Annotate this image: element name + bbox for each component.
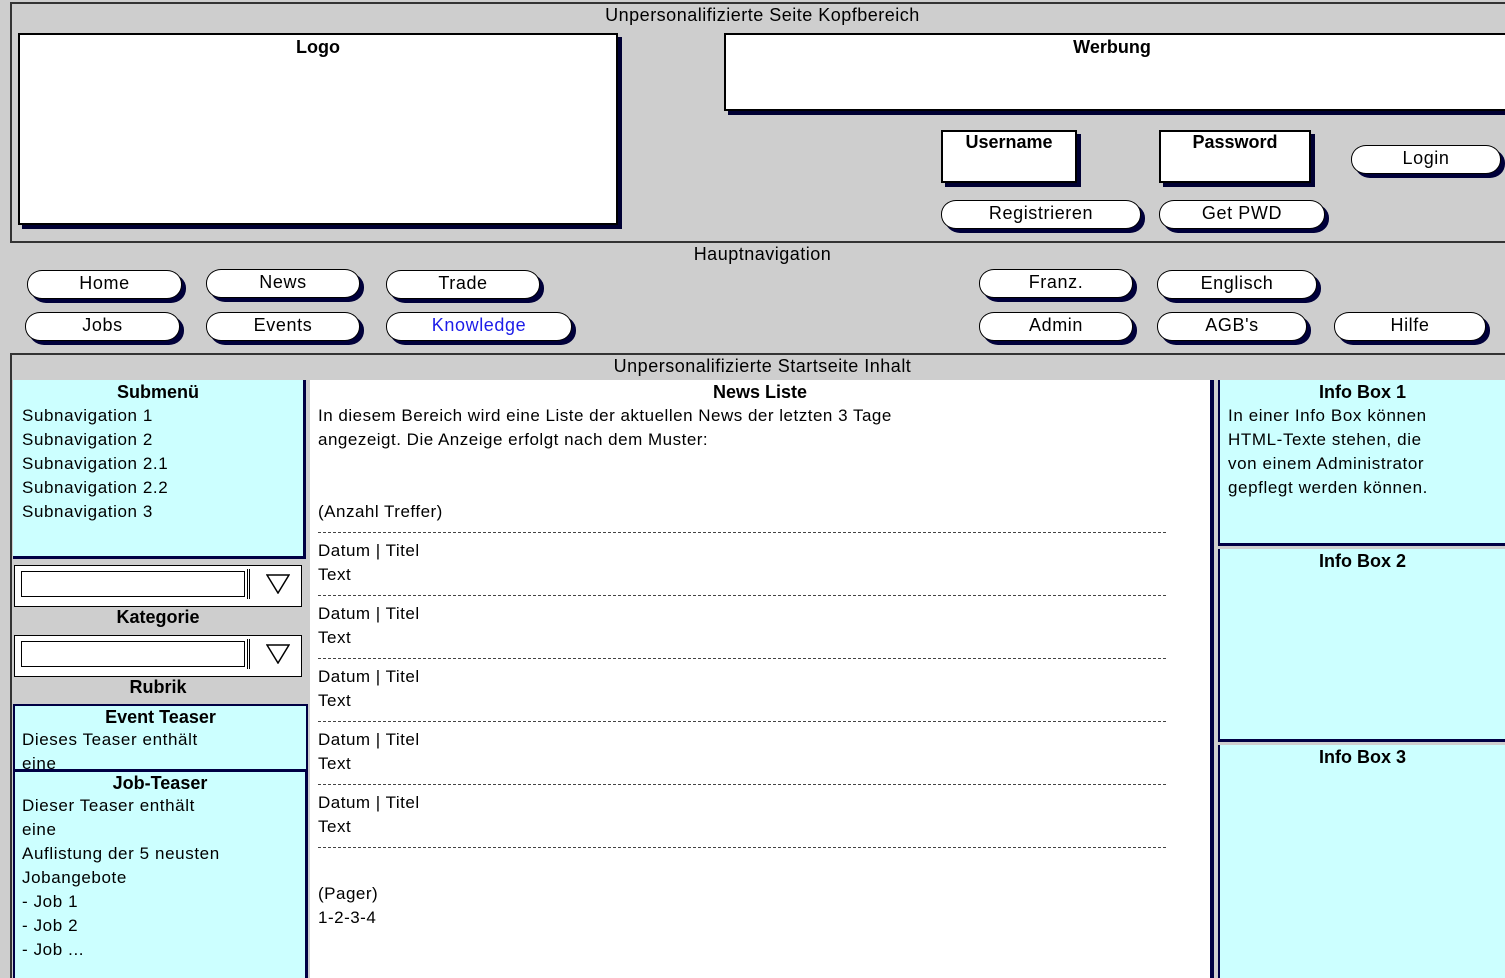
news-entry-head[interactable]: Datum | Titel bbox=[318, 665, 1210, 689]
news-separator bbox=[318, 658, 1166, 659]
news-separator bbox=[318, 784, 1166, 785]
news-separator bbox=[318, 721, 1166, 722]
news-separator bbox=[318, 595, 1166, 596]
register-button[interactable]: Registrieren bbox=[941, 200, 1141, 229]
category-select[interactable] bbox=[14, 565, 302, 607]
nav-trade[interactable]: Trade bbox=[386, 270, 540, 299]
triangle-down-icon bbox=[266, 574, 290, 594]
news-intro: In diesem Bereich wird eine Liste der ak… bbox=[318, 406, 892, 425]
job-teaser-link[interactable]: - Job ... bbox=[22, 938, 305, 962]
nav-englisch[interactable]: Englisch bbox=[1157, 270, 1317, 299]
event-teaser-line: Dieses Teaser enthält bbox=[22, 730, 198, 749]
submenu-title: Submenü bbox=[116, 382, 199, 402]
nav-events[interactable]: Events bbox=[206, 312, 360, 341]
password-label: Password bbox=[1192, 132, 1278, 152]
nav-home[interactable]: Home bbox=[27, 270, 182, 299]
category-select-field bbox=[21, 571, 245, 597]
job-teaser-line: Dieser Teaser enthält bbox=[22, 796, 195, 815]
username-label: Username bbox=[965, 132, 1053, 152]
rubric-dropdown-button[interactable] bbox=[247, 639, 295, 669]
news-entry-head[interactable]: Datum | Titel bbox=[318, 791, 1210, 815]
info-box-line: In einer Info Box können bbox=[1228, 406, 1427, 425]
submenu-panel: Submenü Subnavigation 1 Subnavigation 2 … bbox=[13, 380, 306, 559]
submenu-item[interactable]: Subnavigation 2.1 bbox=[22, 452, 303, 476]
news-entry-head[interactable]: Datum | Titel bbox=[318, 539, 1210, 563]
login-button[interactable]: Login bbox=[1351, 145, 1501, 174]
submenu-item[interactable]: Subnavigation 2 bbox=[22, 428, 303, 452]
event-teaser: Event Teaser Dieses Teaser enthält eine bbox=[13, 704, 308, 772]
info-box-line: gepflegt werden können. bbox=[1228, 478, 1428, 497]
content-left-border bbox=[10, 353, 12, 978]
info-box-line: HTML-Texte stehen, die bbox=[1228, 430, 1422, 449]
job-teaser: Job-Teaser Dieser Teaser enthält eine Au… bbox=[13, 772, 308, 978]
content-section-title: Unpersonalifizierte Startseite Inhalt bbox=[613, 356, 912, 376]
rubric-label: Rubrik bbox=[129, 677, 187, 697]
news-separator bbox=[318, 847, 1166, 848]
news-entry-body: Text bbox=[318, 691, 352, 710]
info-box-line: von einem Administrator bbox=[1228, 454, 1425, 473]
nav-news[interactable]: News bbox=[206, 269, 360, 298]
triangle-down-icon bbox=[266, 644, 290, 664]
content-divider-top bbox=[10, 353, 1505, 355]
job-teaser-title: Job-Teaser bbox=[112, 773, 208, 793]
news-entry-head[interactable]: Datum | Titel bbox=[318, 728, 1210, 752]
nav-divider-top bbox=[10, 241, 1505, 243]
rubric-select-field bbox=[21, 641, 245, 667]
password-field[interactable]: Password bbox=[1159, 130, 1311, 183]
news-list: News Liste In diesem Bereich wird eine L… bbox=[310, 380, 1214, 978]
news-separator bbox=[318, 532, 1166, 533]
nav-hilfe[interactable]: Hilfe bbox=[1334, 312, 1486, 341]
get-pwd-button[interactable]: Get PWD bbox=[1159, 200, 1325, 229]
info-box-2: Info Box 2 bbox=[1218, 549, 1505, 742]
news-entry-body: Text bbox=[318, 817, 352, 836]
news-entry-body: Text bbox=[318, 628, 352, 647]
nav-knowledge[interactable]: Knowledge bbox=[386, 312, 572, 341]
ad-label: Werbung bbox=[1073, 37, 1151, 57]
news-list-title: News Liste bbox=[712, 382, 808, 402]
nav-section-title: Hauptnavigation bbox=[693, 244, 832, 264]
pager-label: (Pager) bbox=[318, 884, 379, 903]
job-teaser-link[interactable]: - Job 1 bbox=[22, 890, 305, 914]
nav-franz[interactable]: Franz. bbox=[979, 269, 1133, 298]
submenu-item[interactable]: Subnavigation 1 bbox=[22, 404, 303, 428]
event-teaser-title: Event Teaser bbox=[105, 707, 216, 727]
news-hit-count: (Anzahl Treffer) bbox=[318, 502, 443, 521]
job-teaser-link[interactable]: - Job 2 bbox=[22, 914, 305, 938]
news-entry-head[interactable]: Datum | Titel bbox=[318, 602, 1210, 626]
submenu-item[interactable]: Subnavigation 3 bbox=[22, 500, 303, 524]
job-teaser-line: Auflistung der 5 neusten bbox=[22, 844, 220, 863]
news-intro: angezeigt. Die Anzeige erfolgt nach dem … bbox=[318, 430, 709, 449]
nav-agb[interactable]: AGB's bbox=[1157, 312, 1307, 341]
job-teaser-line: eine bbox=[22, 820, 57, 839]
submenu-item[interactable]: Subnavigation 2.2 bbox=[22, 476, 303, 500]
username-field[interactable]: Username bbox=[941, 130, 1077, 183]
nav-admin[interactable]: Admin bbox=[979, 312, 1133, 341]
info-box-title: Info Box 1 bbox=[1318, 382, 1406, 402]
info-box-1: Info Box 1 In einer Info Box können HTML… bbox=[1218, 380, 1505, 546]
header-section-title: Unpersonalifizierte Seite Kopfbereich bbox=[605, 5, 920, 25]
category-dropdown-button[interactable] bbox=[247, 569, 295, 599]
job-teaser-line: Jobangebote bbox=[22, 868, 127, 887]
logo-box: Logo bbox=[18, 33, 618, 225]
ad-banner[interactable]: Werbung bbox=[724, 33, 1505, 111]
info-box-3: Info Box 3 bbox=[1218, 745, 1505, 978]
event-teaser-line: eine bbox=[22, 754, 57, 772]
category-label: Kategorie bbox=[116, 607, 200, 627]
logo-label: Logo bbox=[296, 37, 340, 57]
pager-pages[interactable]: 1-2-3-4 bbox=[318, 906, 1210, 930]
rubric-select[interactable] bbox=[14, 635, 302, 677]
info-box-title: Info Box 3 bbox=[1318, 747, 1406, 767]
nav-jobs[interactable]: Jobs bbox=[25, 312, 180, 341]
news-entry-body: Text bbox=[318, 565, 352, 584]
info-box-title: Info Box 2 bbox=[1318, 551, 1406, 571]
news-entry-body: Text bbox=[318, 754, 352, 773]
